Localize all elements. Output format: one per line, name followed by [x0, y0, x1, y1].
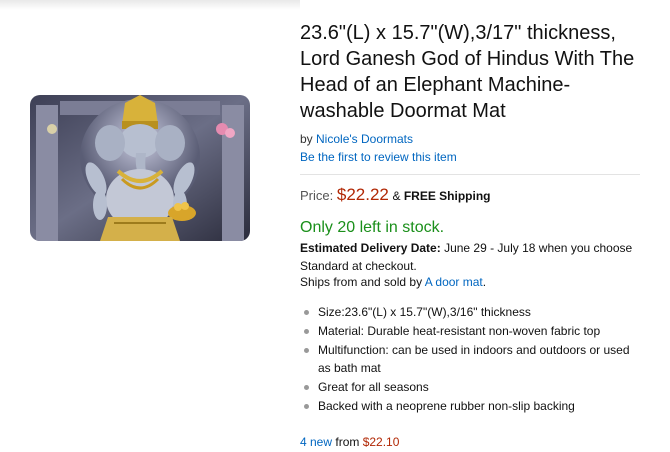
list-item: Multifunction: can be used in indoors an…	[300, 341, 645, 377]
bullet-dot-icon	[304, 329, 309, 334]
bullet-text: Great for all seasons	[318, 380, 429, 394]
list-item: Great for all seasons	[300, 378, 645, 396]
product-image[interactable]	[30, 95, 250, 241]
seller-link[interactable]: A door mat	[425, 275, 483, 289]
bullet-text: Backed with a neoprene rubber non-slip b…	[318, 399, 575, 413]
list-item: Material: Durable heat-resistant non-wov…	[300, 322, 645, 340]
list-item: Backed with a neoprene rubber non-slip b…	[300, 397, 645, 415]
price-row: Price: $22.22 & FREE Shipping	[300, 185, 645, 205]
price-value: $22.22	[336, 185, 389, 204]
bullet-text: Size:23.6"(L) x 15.7"(W),3/16" thickness	[318, 305, 531, 319]
offers-from: from	[332, 435, 363, 449]
byline: by Nicole's Doormats	[300, 132, 645, 146]
bullet-dot-icon	[304, 385, 309, 390]
other-offers: 4 new from $22.10	[300, 435, 645, 449]
free-shipping: FREE Shipping	[403, 189, 491, 203]
bullet-text: Material: Durable heat-resistant non-wov…	[318, 324, 601, 338]
shipping-prefix: &	[392, 189, 404, 203]
bullet-dot-icon	[304, 310, 309, 315]
product-title: 23.6"(L) x 15.7"(W),3/17" thickness, Lor…	[300, 22, 635, 122]
ships-suffix: .	[482, 275, 487, 289]
top-faded-strip	[0, 0, 300, 10]
ganesha-doormat-image	[30, 95, 250, 241]
offers-price: $22.10	[362, 435, 400, 449]
brand-link[interactable]: Nicole's Doormats	[316, 132, 413, 146]
delivery-estimate: Estimated Delivery Date: June 29 - July …	[300, 239, 645, 275]
ships-from: Ships from and sold by A door mat.	[300, 275, 645, 289]
price-label: Price:	[300, 188, 334, 203]
delivery-label: Estimated Delivery Date:	[300, 241, 441, 255]
bullet-text: Multifunction: can be used in indoors an…	[318, 343, 630, 375]
new-offers-link[interactable]: 4 new	[300, 435, 332, 449]
bullet-dot-icon	[304, 404, 309, 409]
bullet-dot-icon	[304, 348, 309, 353]
feature-bullets: Size:23.6"(L) x 15.7"(W),3/16" thickness…	[300, 303, 645, 415]
divider	[300, 174, 640, 175]
list-item: Size:23.6"(L) x 15.7"(W),3/16" thickness	[300, 303, 645, 321]
product-detail: 23.6"(L) x 15.7"(W),3/17" thickness, Lor…	[300, 20, 645, 449]
shipping-info: & FREE Shipping	[392, 189, 490, 203]
first-review-link[interactable]: Be the first to review this item	[300, 150, 645, 164]
by-prefix: by	[300, 132, 317, 146]
stock-status: Only 20 left in stock.	[300, 219, 445, 236]
ships-prefix: Ships from and sold by	[300, 275, 425, 289]
